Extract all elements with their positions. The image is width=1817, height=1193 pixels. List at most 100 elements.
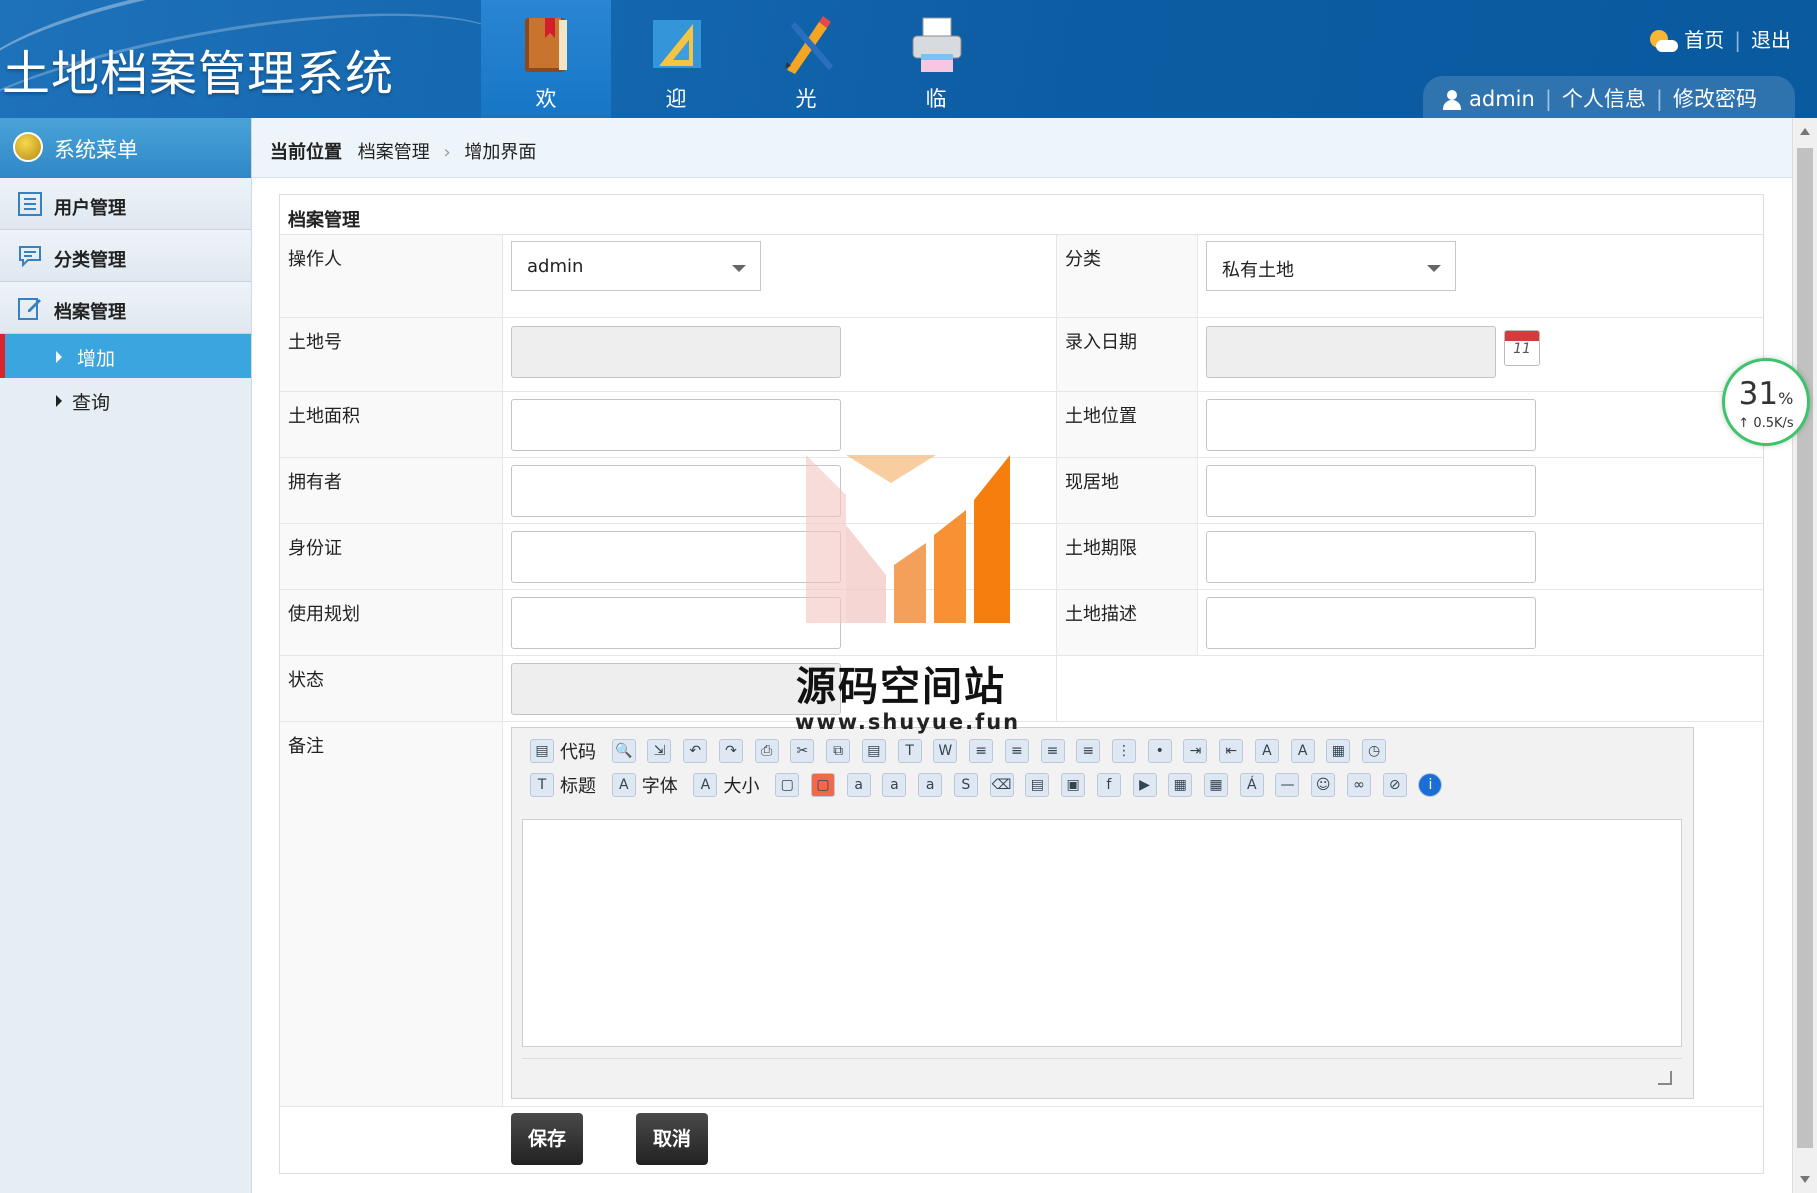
align-left-icon[interactable]: ≡ xyxy=(969,739,994,763)
editor-toolbar-1: ▤ 代码 🔍 ⇲ ↶ ↷ ⎙ ✂ ⧉ ▤ T W ≡ ≡ ≡ ≡ ⋮ • ⇥ ⇤ … xyxy=(530,738,1670,768)
editor-textarea[interactable] xyxy=(522,819,1682,1047)
editor-statusbar xyxy=(522,1058,1682,1090)
flash-icon[interactable]: f xyxy=(1096,773,1121,797)
insert-time-icon[interactable]: ◷ xyxy=(1362,739,1387,763)
highlight-color-icon[interactable]: ▢ xyxy=(810,773,835,797)
print-icon[interactable]: ⎙ xyxy=(754,739,779,763)
save-button[interactable]: 保存 xyxy=(511,1113,583,1165)
unlink-icon[interactable]: ⊘ xyxy=(1382,773,1407,797)
nav-item-2[interactable]: 迎 xyxy=(611,0,741,118)
cut-icon[interactable]: ✂ xyxy=(790,739,815,763)
form-row: 拥有者 现居地 xyxy=(280,458,1763,524)
network-speed-widget[interactable]: 31% ↑ 0.5K/s xyxy=(1722,358,1810,446)
undo-icon[interactable]: ↶ xyxy=(683,739,708,763)
form-row: 土地号 录入日期 11 xyxy=(280,318,1763,392)
heading-button[interactable]: 标题 xyxy=(560,772,596,798)
breadcrumb-item[interactable]: 档案管理 xyxy=(358,142,430,163)
unordered-list-icon[interactable]: • xyxy=(1147,739,1172,763)
logout-link[interactable]: 退出 xyxy=(1751,28,1791,52)
indent-icon[interactable]: ⇥ xyxy=(1183,739,1208,763)
source-code-button[interactable]: 代码 xyxy=(560,738,596,764)
field-label: 分类 xyxy=(1057,235,1198,317)
emoticon-icon[interactable]: ☺ xyxy=(1311,773,1336,797)
source-code-icon[interactable]: ▤ xyxy=(530,739,554,763)
id-card-input[interactable] xyxy=(511,531,841,583)
align-justify-icon[interactable]: ≡ xyxy=(1076,739,1101,763)
superscript-icon[interactable]: A xyxy=(1290,739,1315,763)
sidebar-group-categories[interactable]: 分类管理 xyxy=(0,230,251,282)
text-color-icon[interactable]: ▢ xyxy=(775,773,800,797)
strikethrough-icon[interactable]: S xyxy=(953,773,978,797)
sidebar-item-add[interactable]: 增加 xyxy=(0,334,251,378)
subscript-icon[interactable]: A xyxy=(1254,739,1279,763)
bold-icon[interactable]: a xyxy=(846,773,871,797)
font-family-icon[interactable]: A xyxy=(611,773,636,797)
land-description-input[interactable] xyxy=(1206,597,1536,649)
link-icon[interactable]: ∞ xyxy=(1346,773,1371,797)
profile-link[interactable]: 个人信息 xyxy=(1562,87,1646,111)
category-select[interactable]: 私有土地 xyxy=(1206,241,1456,291)
italic-icon[interactable]: a xyxy=(882,773,907,797)
outdent-icon[interactable]: ⇤ xyxy=(1219,739,1244,763)
paste-text-icon[interactable]: T xyxy=(897,739,922,763)
land-area-input[interactable] xyxy=(511,399,841,451)
scroll-thumb[interactable] xyxy=(1797,148,1813,1148)
breadcrumb: 当前位置 档案管理 › 增加界面 xyxy=(252,118,1792,178)
vertical-scrollbar[interactable] xyxy=(1792,118,1817,1193)
font-size-icon[interactable]: A xyxy=(693,773,718,797)
image-icon[interactable]: ▣ xyxy=(1061,773,1086,797)
divider: | xyxy=(1655,87,1663,111)
align-center-icon[interactable]: ≡ xyxy=(1004,739,1029,763)
select-all-icon[interactable]: ▤ xyxy=(1025,773,1050,797)
insert-date-icon[interactable]: ▦ xyxy=(1326,739,1351,763)
heading-icon[interactable]: T xyxy=(530,773,554,797)
fullscreen-icon[interactable]: ⇲ xyxy=(647,739,672,763)
field-label: 拥有者 xyxy=(280,458,503,523)
entry-date-input[interactable] xyxy=(1206,326,1496,378)
table-icon[interactable]: ▦ xyxy=(1168,773,1193,797)
sidebar-group-archives[interactable]: 档案管理 xyxy=(0,282,251,334)
special-char-icon[interactable]: Á xyxy=(1239,773,1264,797)
status-input[interactable] xyxy=(511,663,841,715)
land-term-input[interactable] xyxy=(1206,531,1536,583)
field-label: 土地号 xyxy=(280,318,503,391)
nav-item-4[interactable]: 临 xyxy=(871,0,1001,118)
font-family-button[interactable]: 字体 xyxy=(642,772,678,798)
underline-icon[interactable]: a xyxy=(918,773,943,797)
resize-handle-icon[interactable] xyxy=(1658,1071,1672,1085)
usage-plan-input[interactable] xyxy=(511,597,841,649)
change-password-link[interactable]: 修改密码 xyxy=(1673,87,1757,111)
ordered-list-icon[interactable]: ⋮ xyxy=(1112,739,1137,763)
scroll-up-icon[interactable] xyxy=(1800,128,1810,135)
cancel-button[interactable]: 取消 xyxy=(636,1113,708,1165)
nav-label: 迎 xyxy=(665,87,687,111)
align-right-icon[interactable]: ≡ xyxy=(1040,739,1065,763)
scroll-down-icon[interactable] xyxy=(1800,1176,1810,1183)
user-bar: admin | 个人信息 | 修改密码 xyxy=(1423,76,1795,118)
residence-input[interactable] xyxy=(1206,465,1536,517)
edit-icon xyxy=(18,298,41,320)
sidebar-group-users[interactable]: 用户管理 xyxy=(0,178,251,230)
calendar-icon[interactable]: 11 xyxy=(1504,330,1540,366)
land-number-input[interactable] xyxy=(511,326,841,378)
paste-icon[interactable]: ▤ xyxy=(861,739,886,763)
owner-input[interactable] xyxy=(511,465,841,517)
copy-icon[interactable]: ⧉ xyxy=(826,739,851,763)
redo-icon[interactable]: ↷ xyxy=(718,739,743,763)
media-icon[interactable]: ▶ xyxy=(1132,773,1157,797)
operator-select[interactable]: admin xyxy=(511,241,761,291)
nav-item-3[interactable]: 光 xyxy=(741,0,871,118)
clear-format-icon[interactable]: ⌫ xyxy=(989,773,1014,797)
about-icon[interactable]: i xyxy=(1418,773,1443,797)
preview-icon[interactable]: 🔍 xyxy=(611,739,636,763)
home-link[interactable]: 首页 xyxy=(1684,28,1724,52)
horizontal-rule-icon[interactable]: — xyxy=(1275,773,1300,797)
land-location-input[interactable] xyxy=(1206,399,1536,451)
font-size-button[interactable]: 大小 xyxy=(723,772,759,798)
paste-word-icon[interactable]: W xyxy=(933,739,958,763)
select-value: 私有土地 xyxy=(1222,260,1294,281)
sidebar-header[interactable]: 系统菜单 xyxy=(0,118,251,178)
nav-item-1[interactable]: 欢 xyxy=(481,0,611,118)
table-insert-icon[interactable]: ▦ xyxy=(1204,773,1229,797)
sidebar-item-query[interactable]: 查询 xyxy=(0,378,251,422)
